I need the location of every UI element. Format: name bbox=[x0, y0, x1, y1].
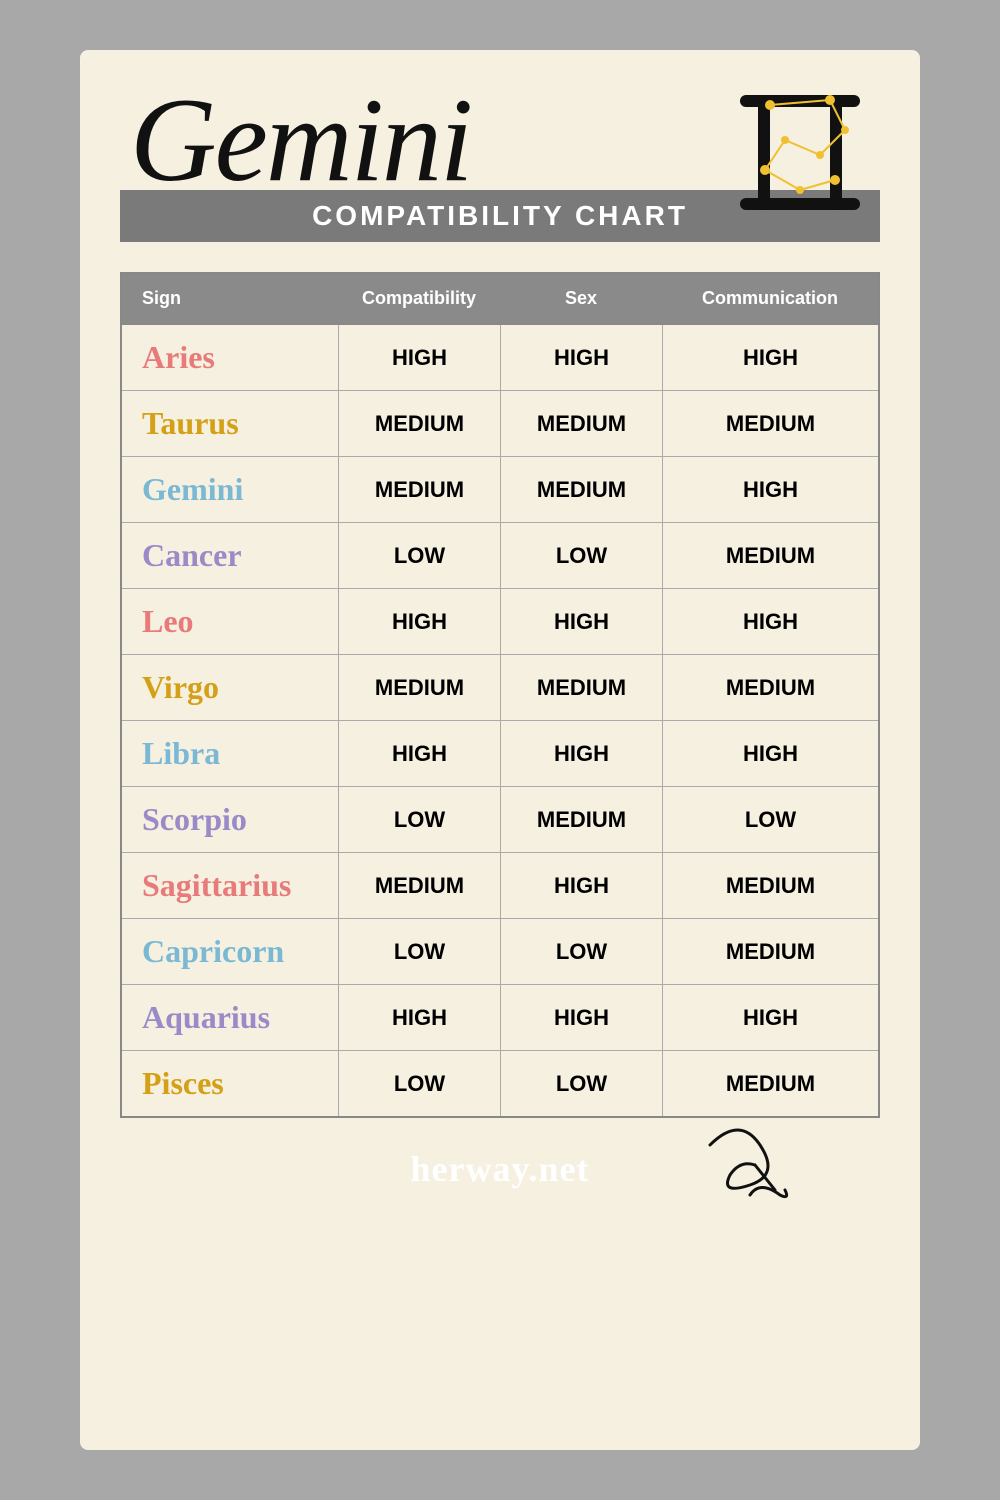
col-sign: Sign bbox=[122, 274, 338, 323]
table-row: VirgoMEDIUMMEDIUMMEDIUM bbox=[122, 655, 878, 721]
communication-cell: MEDIUM bbox=[662, 1051, 878, 1116]
table-row: TaurusMEDIUMMEDIUMMEDIUM bbox=[122, 391, 878, 457]
footer-decoration bbox=[700, 1125, 800, 1210]
table-row: ScorpioLOWMEDIUMLOW bbox=[122, 787, 878, 853]
compatibility-cell: HIGH bbox=[338, 985, 500, 1050]
sign-cell-taurus: Taurus bbox=[122, 391, 338, 456]
sex-cell: HIGH bbox=[500, 325, 662, 390]
sign-cell-virgo: Virgo bbox=[122, 655, 338, 720]
sex-cell: LOW bbox=[500, 919, 662, 984]
table-header: Sign Compatibility Sex Communication bbox=[122, 274, 878, 325]
table-row: SagittariusMEDIUMHIGHMEDIUM bbox=[122, 853, 878, 919]
communication-cell: MEDIUM bbox=[662, 853, 878, 918]
compatibility-cell: MEDIUM bbox=[338, 457, 500, 522]
table-row: LibraHIGHHIGHHIGH bbox=[122, 721, 878, 787]
sign-cell-gemini: Gemini bbox=[122, 457, 338, 522]
table-row: CapricornLOWLOWMEDIUM bbox=[122, 919, 878, 985]
sex-cell: MEDIUM bbox=[500, 391, 662, 456]
table-row: GeminiMEDIUMMEDIUMHIGH bbox=[122, 457, 878, 523]
sex-cell: HIGH bbox=[500, 985, 662, 1050]
compatibility-table: Sign Compatibility Sex Communication Ari… bbox=[120, 272, 880, 1118]
compatibility-cell: HIGH bbox=[338, 721, 500, 786]
sign-cell-cancer: Cancer bbox=[122, 523, 338, 588]
footer-website: herway.net bbox=[411, 1148, 590, 1190]
sign-cell-libra: Libra bbox=[122, 721, 338, 786]
sign-cell-scorpio: Scorpio bbox=[122, 787, 338, 852]
communication-cell: HIGH bbox=[662, 985, 878, 1050]
communication-cell: HIGH bbox=[662, 589, 878, 654]
compatibility-cell: LOW bbox=[338, 1051, 500, 1116]
sign-cell-capricorn: Capricorn bbox=[122, 919, 338, 984]
sex-cell: LOW bbox=[500, 1051, 662, 1116]
main-card: Gemini bbox=[80, 50, 920, 1450]
communication-cell: MEDIUM bbox=[662, 655, 878, 720]
footer-section: herway.net bbox=[120, 1148, 880, 1190]
table-body: AriesHIGHHIGHHIGHTaurusMEDIUMMEDIUMMEDIU… bbox=[122, 325, 878, 1116]
table-row: LeoHIGHHIGHHIGH bbox=[122, 589, 878, 655]
sex-cell: MEDIUM bbox=[500, 787, 662, 852]
communication-cell: MEDIUM bbox=[662, 523, 878, 588]
header-section: Gemini bbox=[120, 70, 880, 252]
communication-cell: HIGH bbox=[662, 457, 878, 522]
table-row: CancerLOWLOWMEDIUM bbox=[122, 523, 878, 589]
compatibility-cell: LOW bbox=[338, 919, 500, 984]
sign-cell-leo: Leo bbox=[122, 589, 338, 654]
sex-cell: HIGH bbox=[500, 589, 662, 654]
col-sex: Sex bbox=[500, 274, 662, 323]
sex-cell: MEDIUM bbox=[500, 457, 662, 522]
sign-cell-aquarius: Aquarius bbox=[122, 985, 338, 1050]
compatibility-cell: LOW bbox=[338, 523, 500, 588]
communication-cell: HIGH bbox=[662, 721, 878, 786]
table-row: AriesHIGHHIGHHIGH bbox=[122, 325, 878, 391]
sex-cell: MEDIUM bbox=[500, 655, 662, 720]
sign-cell-pisces: Pisces bbox=[122, 1051, 338, 1116]
compatibility-cell: MEDIUM bbox=[338, 391, 500, 456]
sex-cell: HIGH bbox=[500, 853, 662, 918]
sign-cell-sagittarius: Sagittarius bbox=[122, 853, 338, 918]
communication-cell: MEDIUM bbox=[662, 919, 878, 984]
col-compatibility: Compatibility bbox=[338, 274, 500, 323]
communication-cell: LOW bbox=[662, 787, 878, 852]
compatibility-cell: HIGH bbox=[338, 325, 500, 390]
sign-cell-aries: Aries bbox=[122, 325, 338, 390]
compatibility-cell: MEDIUM bbox=[338, 853, 500, 918]
communication-cell: HIGH bbox=[662, 325, 878, 390]
table-row: AquariusHIGHHIGHHIGH bbox=[122, 985, 878, 1051]
compatibility-cell: LOW bbox=[338, 787, 500, 852]
gemini-symbol bbox=[730, 80, 870, 230]
sex-cell: HIGH bbox=[500, 721, 662, 786]
communication-cell: MEDIUM bbox=[662, 391, 878, 456]
compatibility-cell: MEDIUM bbox=[338, 655, 500, 720]
compatibility-cell: HIGH bbox=[338, 589, 500, 654]
col-communication: Communication bbox=[662, 274, 878, 323]
table-row: PiscesLOWLOWMEDIUM bbox=[122, 1051, 878, 1116]
sex-cell: LOW bbox=[500, 523, 662, 588]
